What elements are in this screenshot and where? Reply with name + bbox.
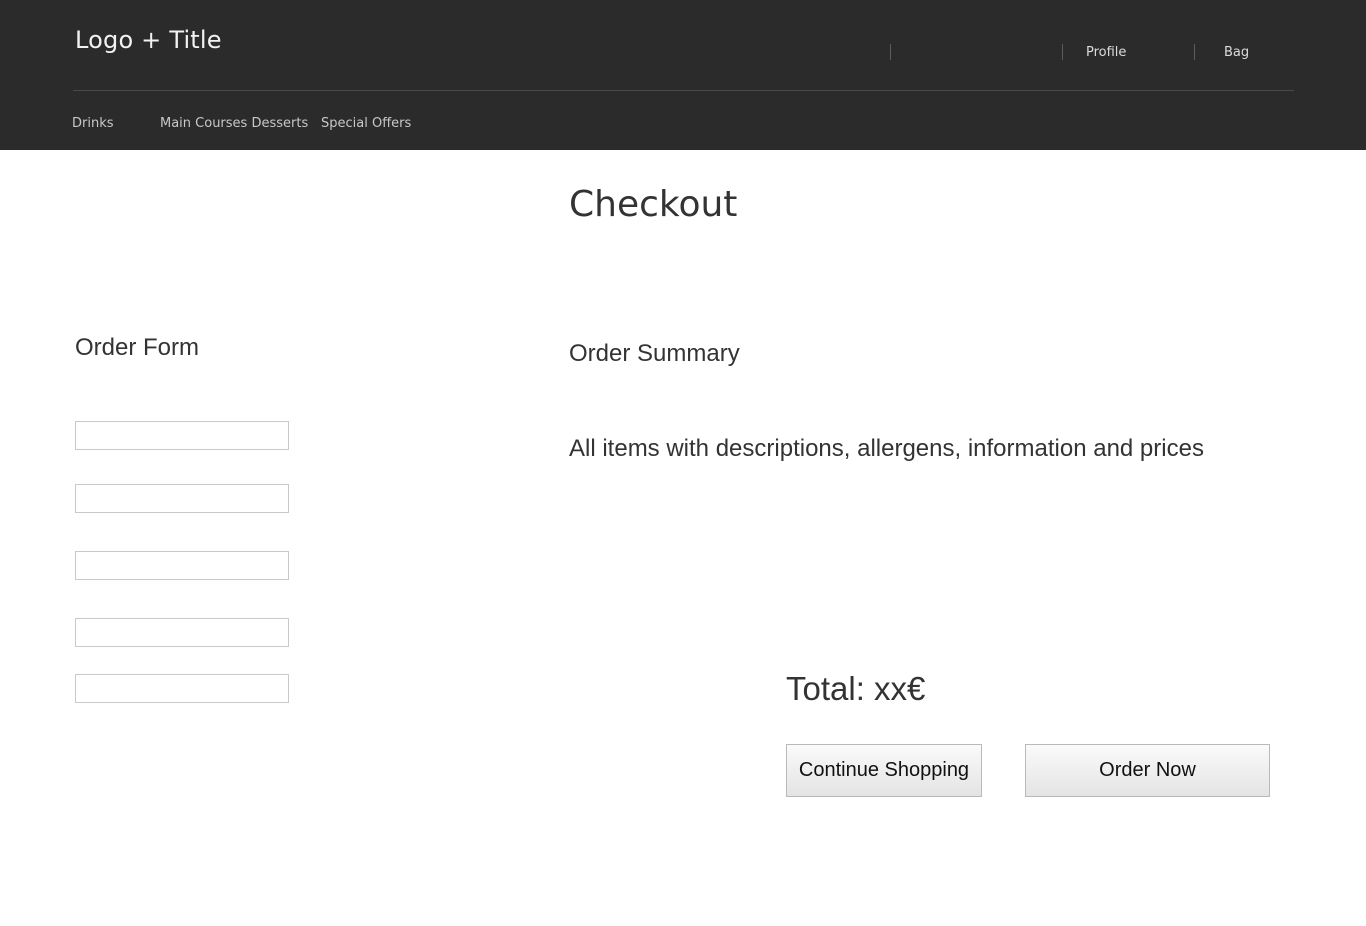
- order-form-field-2[interactable]: [75, 484, 289, 513]
- nav-item-drinks[interactable]: Drinks: [72, 116, 114, 131]
- header-rule: [73, 90, 1294, 91]
- continue-shopping-button[interactable]: Continue Shopping: [786, 744, 982, 797]
- order-form-heading: Order Form: [75, 334, 200, 361]
- nav-item-special-offers[interactable]: Special Offers: [321, 116, 411, 131]
- header-divider: [1194, 44, 1195, 60]
- order-form-field-5[interactable]: [75, 674, 289, 703]
- order-form-field-4[interactable]: [75, 618, 289, 647]
- site-header: Logo + Title Profile Bag Drinks Main Cou…: [0, 0, 1366, 150]
- order-now-button[interactable]: Order Now: [1025, 744, 1270, 797]
- order-form-field-1[interactable]: [75, 421, 289, 450]
- header-divider: [1062, 44, 1063, 60]
- header-divider: [890, 44, 891, 60]
- order-summary-heading: Order Summary: [569, 340, 740, 367]
- page-title: Checkout: [569, 184, 738, 225]
- order-total: Total: xx€: [786, 670, 926, 707]
- nav-item-main-courses-desserts[interactable]: Main Courses Desserts: [160, 116, 308, 131]
- order-form-field-3[interactable]: [75, 551, 289, 580]
- logo-title[interactable]: Logo + Title: [75, 26, 222, 54]
- bag-link[interactable]: Bag: [1224, 45, 1249, 60]
- order-items-text: All items with descriptions, allergens, …: [569, 435, 1204, 462]
- profile-link[interactable]: Profile: [1086, 45, 1126, 60]
